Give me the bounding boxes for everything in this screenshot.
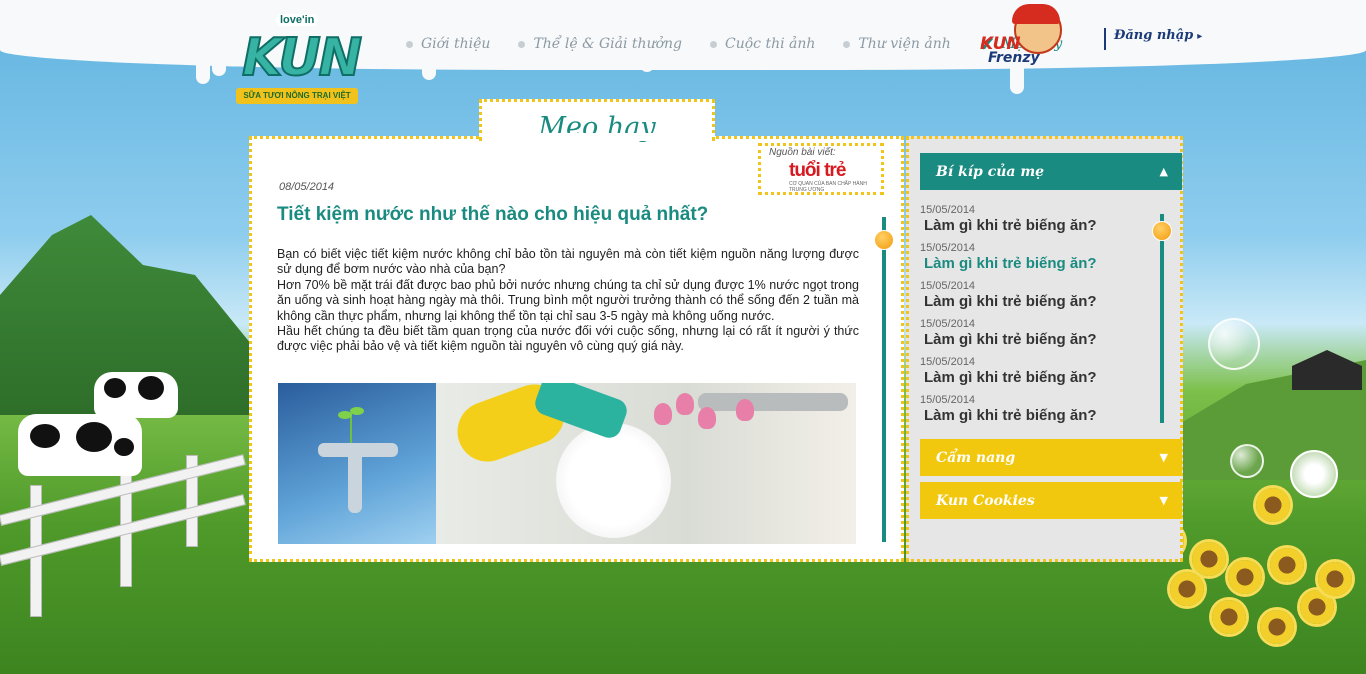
tuoi-tre-subtitle: CƠ QUAN CỦA BAN CHẤP HÀNH TRUNG ƯƠNG	[789, 181, 867, 193]
flower-decoration	[1256, 488, 1290, 522]
item-title: Làm gì khi trẻ biếng ăn?	[924, 407, 1097, 424]
tips-list: 15/05/2014 Làm gì khi trẻ biếng ăn? 15/0…	[920, 204, 1150, 432]
milk-drip	[212, 50, 226, 76]
item-date: 15/05/2014	[920, 204, 976, 216]
logo-ribbon: SỮA TƯƠI NÔNG TRẠI VIỆT	[236, 88, 358, 104]
item-title: Làm gì khi trẻ biếng ăn?	[924, 293, 1097, 310]
barn-image	[1292, 350, 1362, 390]
flower-decoration	[1170, 572, 1204, 606]
dandelion-decoration	[1290, 450, 1338, 498]
list-item[interactable]: 15/05/2014 Làm gì khi trẻ biếng ăn?	[920, 280, 1150, 318]
article-paragraph: Hầu hết chúng ta đều biết tầm quan trọng…	[277, 324, 859, 354]
nav-item-label: Giới thiệu	[421, 36, 491, 52]
flower-decoration	[1212, 600, 1246, 634]
flower-decoration	[1260, 610, 1294, 644]
accordion-label: Kun Cookies	[936, 492, 1035, 509]
nav-item-gioi-thieu[interactable]: Giới thiệu	[406, 36, 490, 52]
accordion-label: Cẩm nang	[936, 449, 1016, 466]
accordion-bi-kip-cua-me[interactable]: Bí kíp của mẹ ▲	[920, 153, 1182, 190]
tuoi-tre-logo: tuổi trẻ	[789, 160, 846, 181]
accordion-label: Bí kíp của mẹ	[936, 163, 1045, 180]
bullet-icon	[406, 40, 413, 48]
flower-decoration	[1228, 560, 1262, 594]
nav-item-the-le[interactable]: Thể lệ & Giải thưởng	[518, 36, 682, 52]
item-date: 15/05/2014	[920, 318, 976, 330]
kun-logo[interactable]: KUN love'in SỮA TƯƠI NÔNG TRẠI VIỆT	[236, 10, 363, 110]
article-scrollbar[interactable]	[882, 217, 886, 542]
item-title: Làm gì khi trẻ biếng ăn?	[924, 331, 1097, 348]
nav-item-cuoc-thi-anh[interactable]: Cuộc thi ảnh	[710, 36, 815, 52]
bullet-icon	[518, 40, 526, 48]
bubble-decoration	[1208, 318, 1260, 370]
list-item[interactable]: 15/05/2014 Làm gì khi trẻ biếng ăn?	[920, 318, 1150, 356]
logo-main-text: KUN	[241, 27, 363, 89]
tab-joint	[482, 133, 712, 141]
flower-decoration	[1270, 548, 1304, 582]
item-date: 15/05/2014	[920, 356, 976, 368]
fence-image	[0, 454, 260, 617]
source-label: Nguồn bài viết:	[769, 147, 836, 158]
nav-item-thu-vien-anh[interactable]: Thư viện ảnh	[843, 36, 951, 52]
flower-decoration	[1318, 562, 1352, 596]
article-title: Tiết kiệm nước như thế nào cho hiệu quả …	[277, 204, 709, 225]
triangle-up-icon: ▲	[1159, 165, 1168, 178]
mascot-cap-icon	[1012, 4, 1060, 24]
item-date: 15/05/2014	[920, 394, 976, 406]
accordion-kun-cookies[interactable]: Kun Cookies ▼	[920, 482, 1182, 519]
cow-image	[94, 372, 178, 418]
article-image	[278, 383, 856, 544]
article-paragraph: Bạn có biết việc tiết kiệm nước không ch…	[277, 247, 859, 277]
list-item[interactable]: 15/05/2014 Làm gì khi trẻ biếng ăn?	[920, 204, 1150, 242]
item-title: Làm gì khi trẻ biếng ăn?	[924, 255, 1097, 272]
item-title: Làm gì khi trẻ biếng ăn?	[924, 217, 1097, 234]
bubble-decoration	[1230, 444, 1264, 478]
article-paragraph: Hơn 70% bề mặt trái đất được bao phủ bởi…	[277, 277, 859, 323]
triangle-down-icon: ▼	[1159, 451, 1168, 464]
list-item[interactable]: 15/05/2014 Làm gì khi trẻ biếng ăn?	[920, 394, 1150, 432]
logo-top-text: love'in	[276, 14, 319, 26]
item-title: Làm gì khi trẻ biếng ăn?	[924, 369, 1097, 386]
kun-frenzy-link[interactable]: KUN Frenzy	[978, 4, 1070, 72]
source-box[interactable]: Nguồn bài viết: tuổi trẻ CƠ QUAN CỦA BAN…	[758, 143, 884, 195]
article-date: 08/05/2014	[279, 181, 335, 193]
play-arrow-icon: ▸	[1197, 31, 1203, 42]
item-date: 15/05/2014	[920, 280, 976, 292]
triangle-down-icon: ▼	[1159, 494, 1168, 507]
nav-item-label: Cuộc thi ảnh	[725, 36, 816, 52]
dishwashing-image	[436, 383, 856, 544]
article-body: Bạn có biết việc tiết kiệm nước không ch…	[277, 247, 859, 355]
list-item[interactable]: 15/05/2014 Làm gì khi trẻ biếng ăn?	[920, 356, 1150, 394]
cow-image	[18, 414, 142, 476]
accordion-cam-nang[interactable]: Cẩm nang ▼	[920, 439, 1182, 476]
article-scroll-thumb[interactable]	[874, 230, 894, 250]
login-label: Đăng nhập	[1114, 28, 1194, 43]
faucet-sprout-image	[278, 383, 436, 544]
login-link[interactable]: Đăng nhập ▸	[1104, 28, 1202, 50]
sidebar-scrollbar[interactable]	[1160, 214, 1164, 423]
milk-drip	[196, 50, 210, 84]
bullet-icon	[843, 40, 851, 48]
item-date: 15/05/2014	[920, 242, 976, 254]
sidebar-scroll-thumb[interactable]	[1152, 221, 1172, 241]
nav-item-label: Thư viện ảnh	[858, 36, 951, 52]
nav-item-label: Thể lệ & Giải thưởng	[533, 36, 682, 52]
flower-decoration	[1192, 542, 1226, 576]
kun-frenzy-bottom-text: Frenzy	[988, 50, 1040, 66]
bullet-icon	[710, 40, 717, 48]
list-item[interactable]: 15/05/2014 Làm gì khi trẻ biếng ăn?	[920, 242, 1150, 280]
